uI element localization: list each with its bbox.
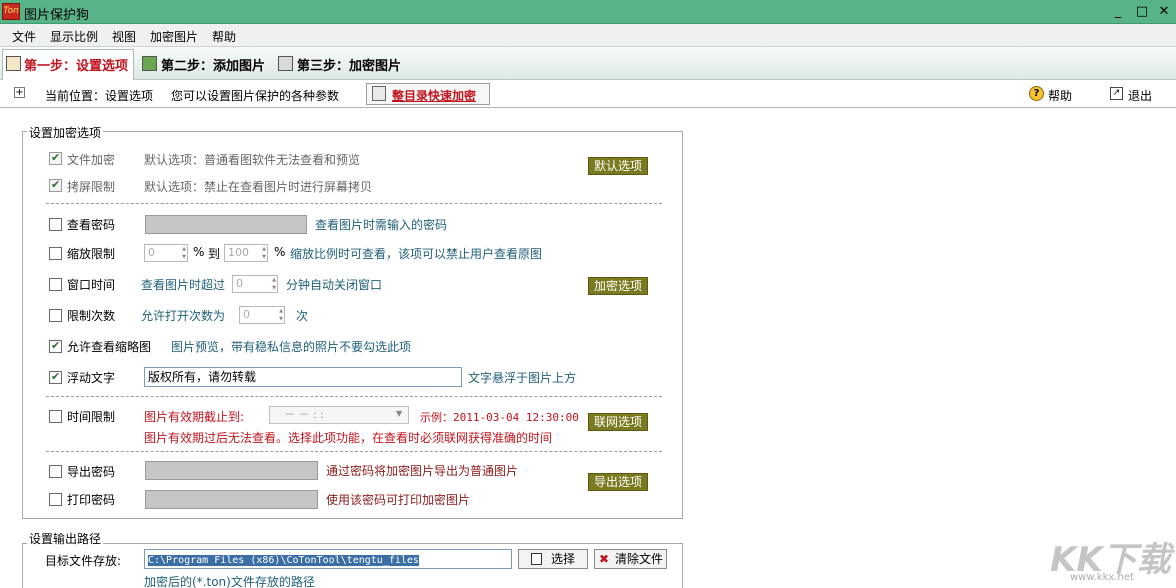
output-path-note: 加密后的(*.ton)文件存放的路径	[144, 575, 315, 588]
zoom-limit-label: 缩放限制	[67, 247, 116, 261]
select-path-button[interactable]: 选择	[518, 549, 588, 569]
print-password-label: 打印密码	[67, 493, 116, 507]
window-title: 图片保护狗	[24, 8, 90, 23]
folder-lock-icon	[372, 86, 386, 101]
settings-icon	[6, 56, 21, 71]
tab-step-1-label: 第一步：设置选项	[24, 59, 129, 74]
limit-count-checkbox[interactable]	[49, 309, 62, 322]
screen-limit-checkbox[interactable]	[49, 178, 62, 192]
print-password-hint: 使用该密码可打印加密图片	[326, 493, 471, 507]
float-text-checkbox[interactable]	[49, 370, 62, 384]
exit-button[interactable]: 退出	[1128, 87, 1152, 104]
time-limit-checkbox[interactable]	[49, 410, 62, 423]
tab-step-3[interactable]: 第三步：加密图片	[297, 55, 401, 74]
zoom-limit-hint: 缩放比例时可查看，该项可以禁止用户查看原图	[290, 247, 543, 261]
menu-view[interactable]: 视图	[112, 28, 136, 45]
tab-step-2[interactable]: 第二步：添加图片	[161, 55, 265, 74]
default-options-button[interactable]: 默认选项	[588, 157, 648, 175]
window-time-checkbox[interactable]	[49, 278, 62, 291]
location-description: 您可以设置图片保护的各种参数	[171, 89, 340, 103]
export-password-label: 导出密码	[67, 465, 116, 479]
window-time-stepper[interactable]: 0	[232, 275, 278, 293]
menu-file[interactable]: 文件	[12, 28, 36, 45]
divider	[46, 451, 662, 452]
output-path-legend: 设置输出路径	[27, 530, 104, 547]
view-password-checkbox[interactable]	[49, 218, 62, 231]
zoom-from-stepper[interactable]: 0	[144, 244, 188, 262]
view-password-hint: 查看图片时需输入的密码	[315, 218, 448, 232]
zoom-from-percent: %	[193, 245, 205, 259]
export-password-checkbox[interactable]	[49, 465, 62, 478]
lock-image-icon	[278, 56, 293, 71]
view-password-input[interactable]	[145, 215, 307, 234]
image-add-icon	[142, 56, 157, 71]
clear-files-button[interactable]: ✖ 清除文件	[594, 549, 667, 569]
limit-count-label: 限制次数	[67, 309, 116, 323]
time-limit-prefix: 图片有效期截止到:	[144, 410, 245, 424]
encrypt-options-legend: 设置加密选项	[27, 124, 104, 141]
chevron-down-icon: ▼	[396, 409, 403, 418]
file-encrypt-label: 文件加密	[67, 153, 116, 167]
maximize-button[interactable]: □	[1132, 3, 1152, 21]
export-options-button[interactable]: 导出选项	[588, 473, 648, 491]
float-text-label: 浮动文字	[67, 371, 116, 385]
zoom-to-label: 到	[208, 247, 221, 261]
limit-count-prefix: 允许打开次数为	[141, 309, 226, 323]
title-bar	[0, 0, 1176, 24]
network-options-button[interactable]: 联网选项	[588, 413, 648, 431]
limit-count-suffix: 次	[296, 309, 309, 323]
site-watermark-url: www.kkx.net	[1070, 572, 1134, 583]
file-encrypt-desc: 默认选项：普通看图软件无法查看和预览	[144, 153, 361, 167]
output-path-input[interactable]: C:\Program Files (x86)\CoTonTool\tengtu_…	[144, 549, 512, 569]
window-time-label: 窗口时间	[67, 278, 116, 292]
print-password-input[interactable]	[145, 490, 318, 509]
thumbnail-label: 允许查看缩略图	[67, 340, 152, 354]
delete-icon: ✖	[599, 552, 610, 566]
thumbnail-checkbox[interactable]	[49, 339, 62, 353]
target-label: 目标文件存放:	[45, 554, 122, 568]
divider	[46, 203, 662, 204]
expiry-date-picker[interactable]: － － : :	[269, 406, 409, 424]
screen-limit-label: 拷屏限制	[67, 180, 116, 194]
app-icon: Ton	[2, 3, 20, 20]
exit-icon: ↗	[1110, 87, 1123, 100]
zoom-to-stepper[interactable]: 100	[224, 244, 268, 262]
screen-limit-desc: 默认选项：禁止在查看图片时进行屏幕拷贝	[144, 180, 373, 194]
window-time-suffix: 分钟自动关闭窗口	[286, 278, 383, 292]
search-icon	[531, 553, 542, 565]
float-text-hint: 文字悬浮于图片上方	[468, 371, 577, 385]
time-limit-label: 时间限制	[67, 410, 116, 424]
limit-count-stepper[interactable]: 0	[239, 306, 285, 324]
time-limit-example: 示例：2011-03-04 12:30:00	[420, 411, 579, 424]
export-password-input[interactable]	[145, 461, 318, 480]
menu-encrypt[interactable]: 加密图片	[150, 28, 198, 45]
whole-dir-encrypt-label: 整目录快速加密	[392, 89, 477, 103]
close-button[interactable]: ✕	[1154, 3, 1174, 21]
help-icon: ?	[1029, 86, 1044, 101]
zoom-limit-checkbox[interactable]	[49, 247, 62, 260]
help-button[interactable]: 帮助	[1048, 87, 1072, 104]
expiry-date-value: － － : :	[284, 408, 324, 421]
float-text-input[interactable]: 版权所有，请勿转载	[144, 367, 462, 387]
select-path-label: 选择	[551, 552, 576, 566]
window-time-prefix: 查看图片时超过	[141, 278, 226, 292]
time-limit-note: 图片有效期过后无法查看。选择此项功能，在查看时必须联网获得准确的时间	[144, 431, 553, 445]
view-password-label: 查看密码	[67, 218, 116, 232]
expand-icon[interactable]: +	[14, 87, 25, 98]
thumbnail-hint: 图片预览，带有稳私信息的照片不要勾选此项	[171, 340, 412, 354]
clear-files-label: 清除文件	[615, 552, 664, 566]
minimize-button[interactable]: _	[1108, 3, 1128, 21]
file-encrypt-checkbox[interactable]	[49, 151, 62, 165]
encrypt-options-button[interactable]: 加密选项	[588, 277, 648, 295]
zoom-to-percent: %	[274, 245, 286, 259]
output-path-value: C:\Program Files (x86)\CoTonTool\tengtu_…	[148, 555, 419, 566]
divider	[46, 396, 662, 397]
print-password-checkbox[interactable]	[49, 493, 62, 506]
menu-help[interactable]: 帮助	[212, 28, 236, 45]
export-password-hint: 通过密码将加密图片导出为普通图片	[326, 464, 519, 478]
current-location: 当前位置：设置选项	[45, 89, 154, 103]
menu-zoom[interactable]: 显示比例	[50, 28, 98, 45]
